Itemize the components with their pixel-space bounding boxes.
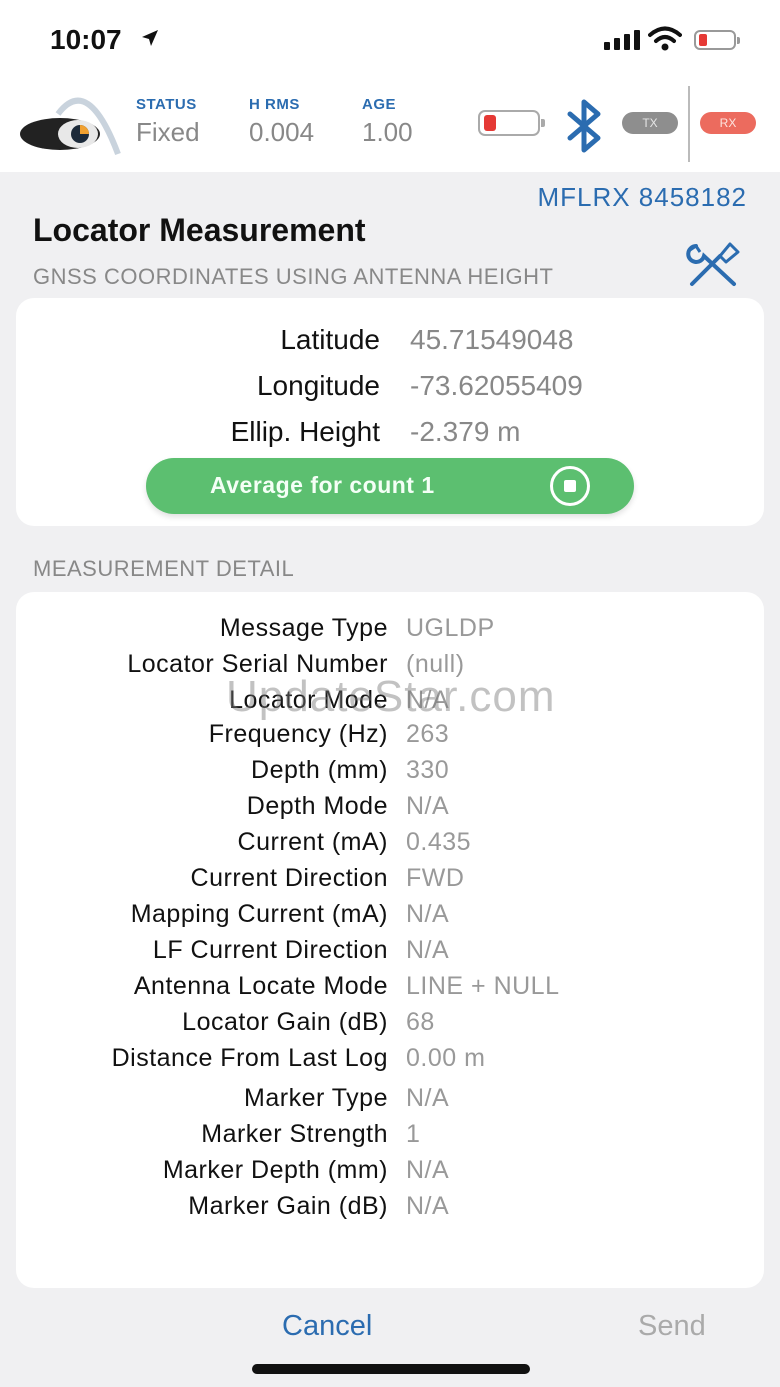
hrms-value: 0.004	[249, 117, 315, 147]
gnss-status-header: STATUS Fixed H RMS 0.004 AGE 1.00 TX RX	[0, 80, 780, 172]
ellip-height-row: Ellip. Height -2.379 m	[230, 416, 521, 447]
page-subtitle: GNSS COORDINATES USING ANTENNA HEIGHT	[33, 264, 554, 289]
detail-row: Marker Depth (mm) N/A	[162, 1156, 450, 1184]
detail-row: Message Type UGLDP	[219, 614, 495, 642]
longitude-value: -73.62055409	[410, 370, 583, 401]
cancel-button[interactable]: Cancel	[282, 1310, 372, 1343]
detail-row: Locator Gain (dB) 68	[182, 1008, 435, 1036]
detail-row: Marker Gain (dB) N/A	[188, 1192, 450, 1220]
ellip-height-value: -2.379 m	[410, 416, 521, 447]
fix-status: Fixed	[136, 117, 200, 147]
section-label: MEASUREMENT DETAIL	[33, 556, 295, 581]
app-logo	[20, 97, 121, 156]
detail-row: Frequency (Hz) 263	[208, 720, 450, 748]
tools-icon[interactable]	[686, 240, 748, 290]
detail-row: Locator Mode N/A	[229, 686, 450, 714]
measurement-detail-card: Message Type UGLDP Locator Serial Number(…	[16, 592, 764, 1288]
detail-row: Marker Type N/A	[244, 1084, 450, 1112]
wifi-icon	[648, 26, 682, 51]
device-battery-icon	[478, 110, 545, 136]
detail-row: Depth Mode N/A	[246, 792, 450, 820]
detail-row: Current Direction FWD	[190, 864, 465, 892]
detail-row: LF Current Direction N/A	[152, 936, 450, 964]
latitude-value: 45.71549048	[410, 324, 574, 355]
send-button[interactable]: Send	[638, 1310, 706, 1343]
cellular-signal-icon	[604, 28, 640, 50]
home-indicator[interactable]	[252, 1364, 530, 1374]
tx-indicator: TX	[622, 112, 678, 134]
header-divider	[688, 86, 690, 162]
device-id[interactable]: MFLRX 8458182	[537, 182, 747, 213]
longitude-row: Longitude -73.62055409	[256, 370, 583, 401]
status-bar: 10:07	[0, 0, 780, 80]
phone-battery-icon	[694, 30, 740, 50]
average-button[interactable]: Average for count 1	[146, 458, 634, 514]
detail-row: Locator Serial Number (null)	[127, 650, 465, 678]
detail-row: Marker Strength 1	[201, 1120, 421, 1148]
detail-row: Antenna Locate Mode LINE + NULL	[133, 972, 560, 1000]
detail-row: Mapping Current (mA) N/A	[130, 900, 450, 928]
status-time: 10:07	[50, 24, 122, 55]
hrms-column: H RMS 0.004	[249, 96, 315, 147]
bluetooth-icon[interactable]	[564, 98, 606, 154]
location-arrow-icon	[142, 30, 158, 46]
age-value: 1.00	[362, 117, 413, 147]
detail-row: Current (mA) 0.435	[237, 828, 472, 856]
detail-row: Depth (mm) 330	[251, 756, 450, 784]
detail-row: Distance From Last Log 0.00 m	[111, 1044, 486, 1072]
page-title: Locator Measurement	[33, 212, 366, 248]
stop-icon[interactable]	[550, 466, 590, 506]
coordinates-card: Latitude 45.71549048 Longitude -73.62055…	[16, 298, 764, 526]
status-column: STATUS Fixed	[136, 96, 200, 147]
latitude-row: Latitude 45.71549048	[280, 324, 574, 355]
age-column: AGE 1.00	[362, 96, 413, 147]
rx-indicator: RX	[700, 112, 756, 134]
